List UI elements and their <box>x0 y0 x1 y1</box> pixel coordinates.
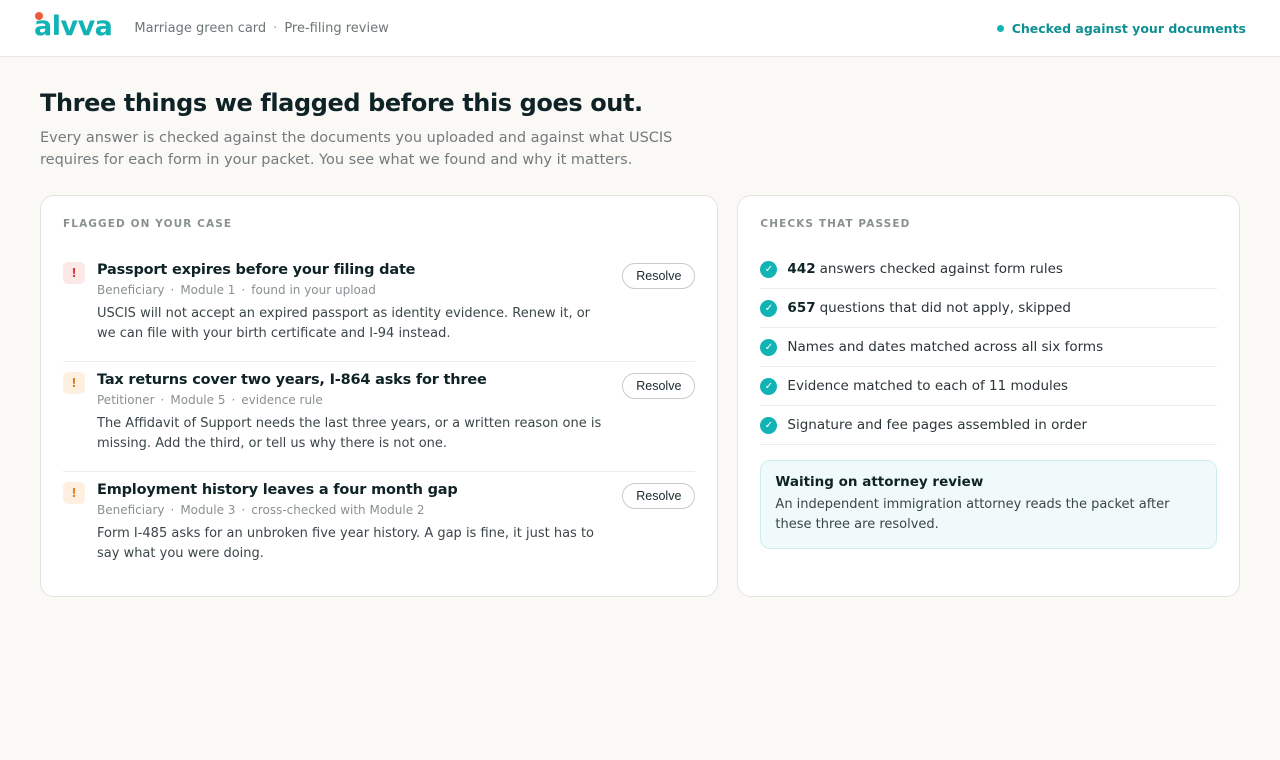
flagged-card-label: Flagged on your case <box>63 218 233 230</box>
flag-title: Passport expires before your filing date <box>97 262 416 278</box>
flag-meta-source: evidence rule <box>241 393 323 407</box>
check-text: questions that did not apply, skipped <box>819 300 1071 316</box>
check-item: ✓ 442 answers checked against form rules <box>760 250 1217 289</box>
check-count: 657 <box>787 300 816 316</box>
flag-meta-module: Module 1 <box>180 283 236 297</box>
status-text: Checked against your documents <box>1011 21 1246 36</box>
passed-card-label: Checks that passed <box>760 218 911 230</box>
check-text: answers checked against form rules <box>819 261 1063 277</box>
breadcrumb-separator: · <box>273 20 278 36</box>
checkmark-icon: ✓ <box>760 299 778 317</box>
flag-description: Form I-485 asks for an unbroken five yea… <box>97 526 595 561</box>
warning-icon: ! <box>63 372 85 394</box>
check-item: ✓ Signature and fee pages assembled in o… <box>760 406 1217 445</box>
meta-separator: · <box>170 503 175 517</box>
flag-title: Employment history leaves a four month g… <box>97 482 458 498</box>
flag-meta-module: Module 5 <box>170 393 226 407</box>
logo-dot-icon <box>35 11 43 20</box>
check-item: ✓ 657 questions that did not apply, skip… <box>760 289 1217 328</box>
flag-item: ! Passport expires before your filing da… <box>63 252 696 362</box>
resolve-button[interactable]: Resolve <box>622 483 696 509</box>
meta-separator: · <box>241 503 246 517</box>
breadcrumb-case[interactable]: Marriage green card <box>134 21 266 36</box>
checkmark-icon: ✓ <box>760 338 778 356</box>
meta-separator: · <box>241 283 246 297</box>
flag-list: ! Passport expires before your filing da… <box>63 252 696 582</box>
warning-icon: ! <box>63 482 85 504</box>
check-item: ✓ Names and dates matched across all six… <box>760 328 1217 367</box>
flag-item: ! Tax returns cover two years, I-864 ask… <box>63 362 696 472</box>
status-dot-icon <box>996 25 1004 32</box>
flag-title: Tax returns cover two years, I-864 asks … <box>97 372 487 388</box>
flag-body: Tax returns cover two years, I-864 asks … <box>97 372 622 457</box>
meta-separator: · <box>160 393 165 407</box>
flag-meta-party: Beneficiary <box>97 503 165 517</box>
checkmark-icon: ✓ <box>760 416 778 434</box>
status-indicator: Checked against your documents <box>996 0 1246 57</box>
top-bar: alvva Marriage green card · Pre-filing r… <box>0 0 1280 57</box>
page-title: Three things we flagged before this goes… <box>40 89 643 117</box>
flag-meta-source: cross-checked with Module 2 <box>251 503 425 517</box>
main-content: Three things we flagged before this goes… <box>0 57 1280 597</box>
flag-meta-source: found in your upload <box>251 283 376 297</box>
meta-separator: · <box>231 393 236 407</box>
flag-meta-module: Module 3 <box>180 503 236 517</box>
alert-icon: ! <box>63 262 85 284</box>
flag-meta-party: Petitioner <box>97 393 155 407</box>
resolve-button[interactable]: Resolve <box>622 263 696 289</box>
breadcrumb: Marriage green card · Pre-filing review <box>134 21 388 36</box>
flag-meta: Petitioner · Module 5 · evidence rule <box>97 393 622 407</box>
flag-body: Passport expires before your filing date… <box>97 262 622 347</box>
checkmark-icon: ✓ <box>760 377 778 395</box>
flag-description: USCIS will not accept an expired passpor… <box>97 306 591 341</box>
flag-meta: Beneficiary · Module 3 · cross-checked with … <box>97 503 622 517</box>
breadcrumb-step: Pre-filing review <box>284 20 389 36</box>
check-text: Evidence matched to each of 11 modules <box>787 378 1069 394</box>
page-subtitle: Every answer is checked against the docu… <box>40 130 673 168</box>
flag-description: The Affidavit of Support needs the last … <box>97 416 602 451</box>
alvva-logo[interactable]: alvva <box>34 10 113 42</box>
resolve-button[interactable]: Resolve <box>622 373 696 399</box>
check-list: ✓ 442 answers checked against form rules… <box>760 250 1217 445</box>
flag-body: Employment history leaves a four month g… <box>97 482 622 568</box>
flag-meta-party: Beneficiary <box>97 283 165 297</box>
passed-card: Checks that passed ✓ 442 answers checked… <box>737 195 1240 597</box>
review-title: Waiting on attorney review <box>775 474 984 490</box>
check-item: ✓ Evidence matched to each of 11 modules <box>760 367 1217 406</box>
review-text: An independent immigration attorney read… <box>775 497 1170 532</box>
check-count: 442 <box>787 261 816 277</box>
cards-row: Flagged on your case ! Passport expires … <box>40 195 1240 597</box>
flag-meta: Beneficiary · Module 1 · found in your uploa… <box>97 283 622 297</box>
checkmark-icon: ✓ <box>760 260 778 278</box>
attorney-review-notice: Waiting on attorney review An independen… <box>760 460 1217 549</box>
logo-text: alvva <box>34 10 113 42</box>
flagged-card: Flagged on your case ! Passport expires … <box>40 195 719 597</box>
check-text: Names and dates matched across all six f… <box>787 339 1104 355</box>
meta-separator: · <box>170 283 175 297</box>
flag-item: ! Employment history leaves a four month… <box>63 472 696 582</box>
check-text: Signature and fee pages assembled in ord… <box>787 417 1088 433</box>
